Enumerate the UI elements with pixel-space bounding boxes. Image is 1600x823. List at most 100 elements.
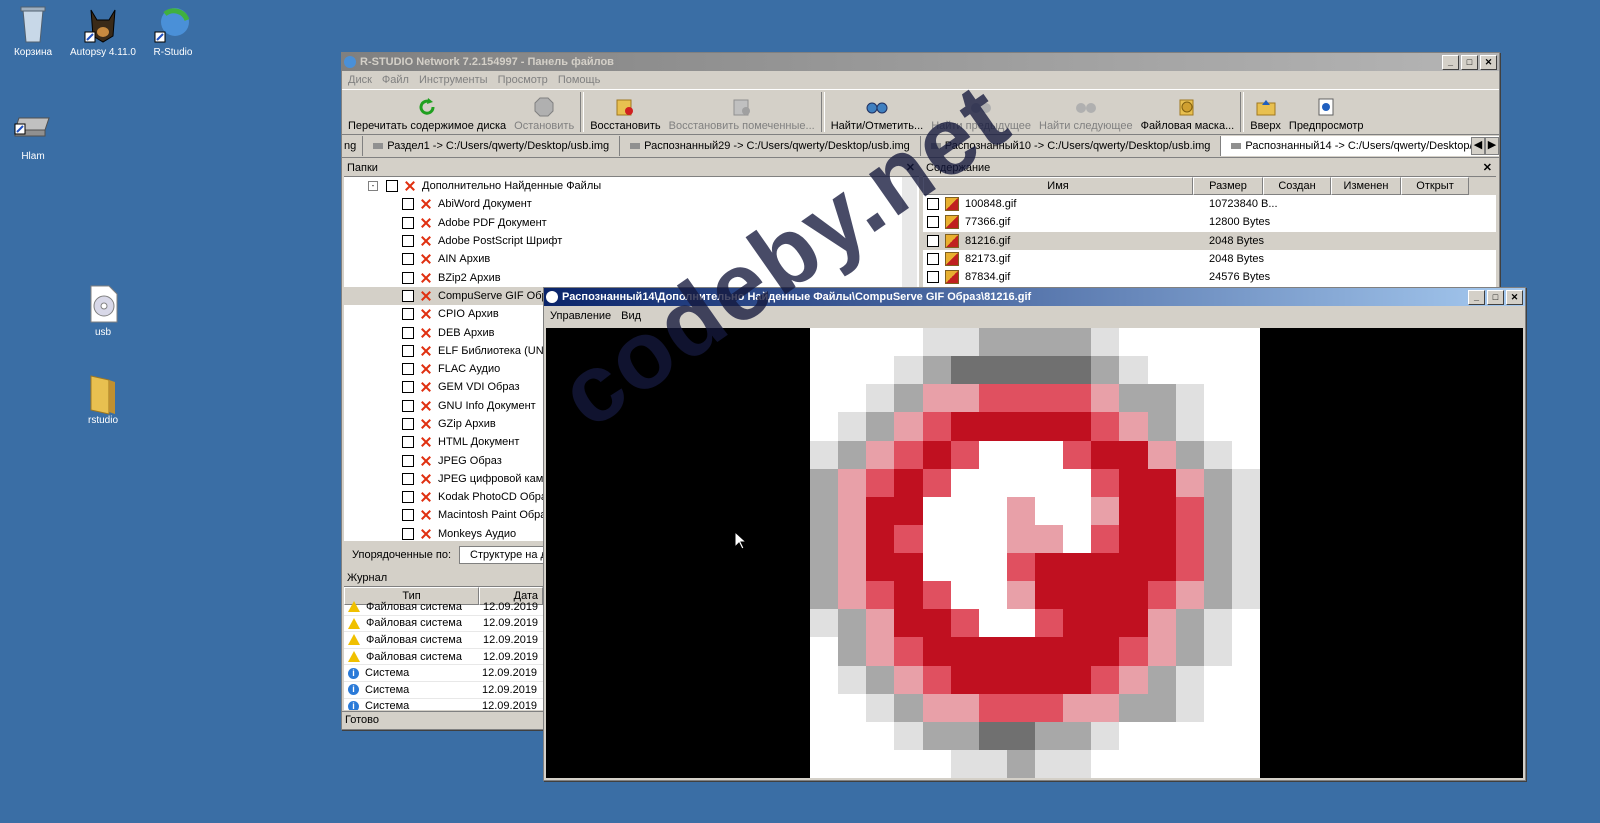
refresh-icon bbox=[419, 98, 435, 115]
checkbox[interactable] bbox=[402, 271, 414, 284]
file-row[interactable]: 87834.gif 24576 Bytes bbox=[923, 268, 1496, 286]
collapse-icon[interactable]: - bbox=[368, 181, 378, 192]
deleted-folder-icon bbox=[420, 381, 432, 393]
recover-icon bbox=[616, 99, 634, 116]
desktop-icon-label: Autopsy 4.11.0 bbox=[70, 47, 136, 58]
checkbox[interactable] bbox=[402, 253, 414, 266]
mouse-cursor-icon bbox=[734, 531, 748, 550]
log-date: 12.09.2019 bbox=[483, 650, 539, 663]
checkbox[interactable] bbox=[927, 271, 939, 284]
column-accessed[interactable]: Открыт bbox=[1401, 177, 1469, 195]
menu-tools[interactable]: Инструменты bbox=[419, 74, 488, 86]
checkbox[interactable] bbox=[402, 491, 414, 504]
file-row[interactable]: 100848.gif 10723840 B... bbox=[923, 195, 1496, 213]
column-created[interactable]: Создан bbox=[1263, 177, 1331, 195]
checkbox[interactable] bbox=[402, 454, 414, 467]
tab-partition1[interactable]: Раздел1 -> C:/Users/qwerty/Desktop/usb.i… bbox=[363, 136, 621, 156]
recover-button[interactable]: Восстановить bbox=[586, 97, 664, 134]
viewer-maximize-button[interactable]: □ bbox=[1487, 289, 1504, 305]
checkbox[interactable] bbox=[402, 344, 414, 357]
file-row[interactable]: 77366.gif 12800 Bytes bbox=[923, 213, 1496, 231]
rstudio-icon bbox=[153, 4, 193, 44]
tab-scroll-right[interactable]: ▶ bbox=[1485, 137, 1499, 155]
minimize-button[interactable]: _ bbox=[1442, 54, 1459, 70]
checkbox[interactable] bbox=[402, 472, 414, 485]
menu-view[interactable]: Просмотр bbox=[498, 74, 548, 86]
tree-item-label: GZip Архив bbox=[438, 418, 496, 430]
tab-recognized14[interactable]: Распознанный14 -> C:/Users/qwerty/Deskto… bbox=[1221, 136, 1499, 156]
close-icon[interactable]: ✕ bbox=[1483, 160, 1492, 176]
deleted-folder-icon bbox=[420, 418, 432, 430]
column-modified[interactable]: Изменен bbox=[1331, 177, 1401, 195]
up-folder-icon bbox=[1256, 100, 1276, 116]
checkbox[interactable] bbox=[402, 235, 414, 248]
checkbox[interactable] bbox=[402, 326, 414, 339]
viewer-close-button[interactable]: ✕ bbox=[1506, 289, 1523, 305]
checkbox[interactable] bbox=[402, 381, 414, 394]
checkbox[interactable] bbox=[402, 308, 414, 321]
log-date: 12.09.2019 bbox=[482, 683, 538, 696]
preview-button[interactable]: Предпросмотр bbox=[1285, 97, 1368, 134]
main-titlebar[interactable]: R-STUDIO Network 7.2.154997 - Панель фай… bbox=[342, 53, 1499, 71]
desktop-icon-rstudio[interactable]: R-Studio bbox=[136, 4, 210, 59]
menu-file[interactable]: Файл bbox=[382, 74, 409, 86]
deleted-folder-icon bbox=[420, 491, 432, 503]
desktop-icon-usb[interactable]: usb bbox=[66, 284, 140, 339]
desktop-icon-label: Hlam bbox=[21, 151, 45, 162]
checkbox[interactable] bbox=[402, 399, 414, 412]
tree-item-label: AbiWord Документ bbox=[438, 198, 532, 211]
find-next-button[interactable]: Найти следующее bbox=[1035, 97, 1137, 134]
recover-marked-button[interactable]: Восстановить помеченные... bbox=[665, 97, 819, 134]
checkbox[interactable] bbox=[402, 509, 414, 522]
file-mask-button[interactable]: Файловая маска... bbox=[1137, 97, 1239, 134]
log-type: Файловая система bbox=[366, 633, 462, 646]
log-type: Файловая система bbox=[366, 650, 462, 663]
tree-item-label: JPEG цифровой камер bbox=[438, 472, 556, 485]
desktop-icon-rstudio-folder[interactable]: rstudio bbox=[66, 372, 140, 427]
file-row[interactable]: 81216.gif 2048 Bytes bbox=[923, 231, 1496, 250]
close-button[interactable]: ✕ bbox=[1480, 54, 1497, 70]
desktop-icon-autopsy[interactable]: Autopsy 4.11.0 bbox=[66, 4, 140, 59]
warning-icon bbox=[348, 617, 360, 629]
column-size[interactable]: Размер bbox=[1193, 177, 1263, 195]
file-row[interactable]: 82173.gif 2048 Bytes bbox=[923, 250, 1496, 268]
menu-disk[interactable]: Диск bbox=[348, 74, 372, 86]
checkbox[interactable] bbox=[402, 363, 414, 376]
contents-grid-header: Имя Размер Создан Изменен Открыт bbox=[923, 177, 1496, 195]
log-type: Система bbox=[365, 683, 410, 696]
checkbox[interactable] bbox=[386, 180, 398, 193]
checkbox[interactable] bbox=[927, 234, 939, 247]
tab-partial[interactable]: ng bbox=[342, 136, 364, 156]
checkbox[interactable] bbox=[402, 436, 414, 449]
deleted-folder-icon bbox=[420, 290, 432, 302]
checkbox[interactable] bbox=[402, 198, 414, 211]
log-type: Файловая система bbox=[366, 617, 462, 630]
log-type: Система bbox=[365, 700, 410, 710]
file-size: 2048 Bytes bbox=[1209, 253, 1265, 266]
autopsy-icon bbox=[83, 4, 123, 44]
desktop-icon-recycle-bin[interactable]: Корзина bbox=[0, 4, 70, 59]
up-button[interactable]: Вверх bbox=[1246, 97, 1285, 134]
checkbox[interactable] bbox=[402, 289, 414, 302]
desktop-icon-hlam[interactable]: Hlam bbox=[0, 108, 70, 163]
tree-item-label: Adobe PDF Документ bbox=[438, 216, 547, 229]
checkbox[interactable] bbox=[927, 253, 939, 266]
checkbox[interactable] bbox=[402, 216, 414, 229]
tree-item-label: Kodak PhotoCD Образ bbox=[438, 491, 552, 504]
maximize-button[interactable]: □ bbox=[1461, 54, 1478, 70]
image-canvas bbox=[546, 328, 1523, 778]
viewer-minimize-button[interactable]: _ bbox=[1468, 289, 1485, 305]
tree-item-label: FLAC Аудио bbox=[438, 363, 501, 376]
deleted-folder-icon bbox=[420, 363, 432, 375]
tab-scroll-left[interactable]: ◀ bbox=[1471, 137, 1485, 155]
refresh-button[interactable]: Перечитать содержимое диска bbox=[344, 97, 510, 134]
tree-item-label: DEB Архив bbox=[438, 326, 495, 339]
log-type: Файловая система bbox=[366, 600, 462, 613]
deleted-folder-icon bbox=[420, 253, 432, 265]
stop-button[interactable]: Остановить bbox=[510, 97, 578, 134]
menu-help[interactable]: Помощь bbox=[558, 74, 601, 86]
log-type: Система bbox=[365, 667, 410, 680]
checkbox[interactable] bbox=[402, 527, 414, 540]
deleted-folder-icon bbox=[420, 327, 432, 339]
checkbox[interactable] bbox=[402, 418, 414, 430]
